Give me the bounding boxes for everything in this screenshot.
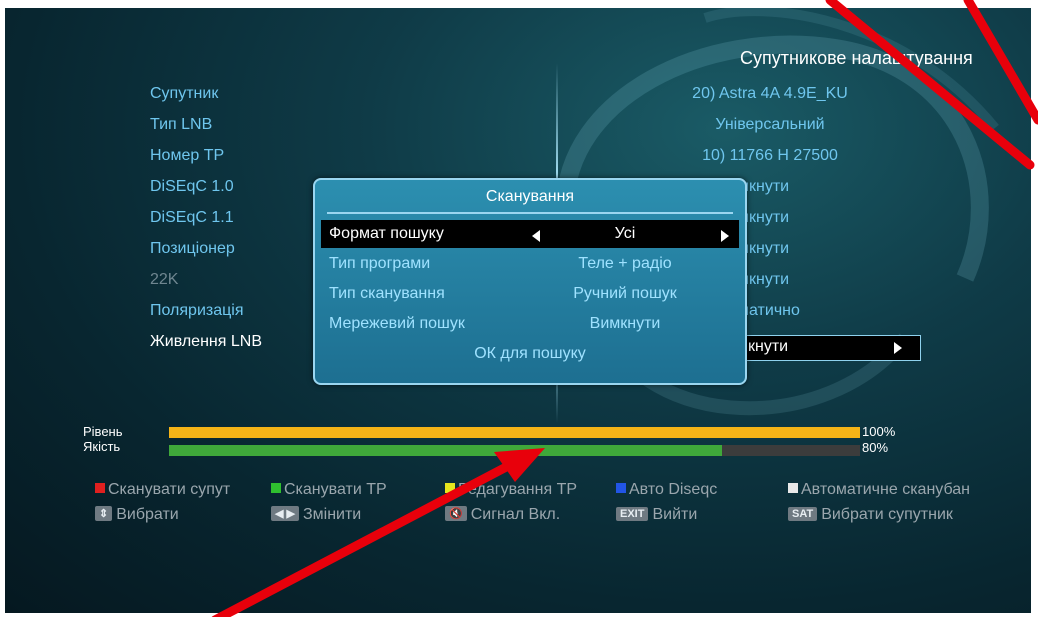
signal-level-bar <box>169 427 860 438</box>
setting-value-tp-number[interactable]: 10) 11766 H 27500 <box>650 147 890 165</box>
setting-value-diseqc11[interactable]: мкнути <box>738 209 938 227</box>
ok-to-search-button[interactable]: ОК для пошуку <box>315 345 745 363</box>
arrow-left-icon[interactable] <box>532 230 540 242</box>
legend-auto-scan[interactable]: Автоматичне сканубан <box>788 481 970 499</box>
page-title: Супутникове налаштування <box>740 48 973 68</box>
dialog-row-scan-type[interactable]: Тип сканування Ручний пошук <box>315 285 745 309</box>
dialog-row-search-format[interactable]: Формат пошуку Усі <box>315 225 745 249</box>
red-key-icon <box>95 483 105 493</box>
setting-value-satellite[interactable]: 20) Astra 4A 4.9E_KU <box>650 85 890 103</box>
tv-screen: Супутникове налаштування Супутник Тип LN… <box>5 8 1031 613</box>
legend-exit[interactable]: EXIT Вийти <box>616 506 697 524</box>
setting-label-positioner[interactable]: Позиціонер <box>150 240 235 258</box>
dialog-title: Сканування <box>485 188 575 205</box>
signal-level-fill <box>169 427 860 438</box>
dialog-row-value: Вимкнути <box>589 315 661 332</box>
setting-value-polarization[interactable]: матично <box>738 302 938 320</box>
dialog-row-value: Ручний пошук <box>573 285 677 302</box>
setting-value-diseqc10[interactable]: мкнути <box>738 178 938 196</box>
setting-label-satellite[interactable]: Супутник <box>150 85 218 103</box>
green-key-icon <box>271 483 281 493</box>
dialog-row-label: Формат пошуку <box>329 225 444 242</box>
legend-signal-on[interactable]: 🔇 Сигнал Вкл. <box>445 506 560 524</box>
signal-level-percent: 100% <box>862 424 896 439</box>
setting-label-lnb-type[interactable]: Тип LNB <box>150 116 212 134</box>
arrow-right-icon[interactable] <box>894 342 902 354</box>
scan-dialog: Сканування Формат пошуку Усі Тип програм… <box>313 178 747 385</box>
dialog-row-value: Усі <box>614 225 636 242</box>
signal-quality-percent: 80% <box>862 440 889 455</box>
signal-quality-label: Якість <box>83 439 121 454</box>
arrow-right-icon[interactable] <box>721 230 729 242</box>
signal-level-label: Рівень <box>83 424 123 439</box>
sat-key-icon: SAT <box>788 507 818 521</box>
setting-value-22k: мкнути <box>738 271 790 288</box>
legend-edit-tp[interactable]: Редагування TP <box>445 481 577 499</box>
lnb-power-select[interactable]: мкнути <box>724 335 921 361</box>
dialog-row-value: Теле + радіо <box>578 255 672 272</box>
legend-auto-diseqc[interactable]: Авто Diseqc <box>616 481 717 499</box>
legend-scan-tp[interactable]: Сканувати TP <box>271 481 387 499</box>
dialog-separator <box>327 212 733 214</box>
dialog-row-network-search[interactable]: Мережевий пошук Вимкнути <box>315 315 745 339</box>
yellow-key-icon <box>445 483 455 493</box>
blue-key-icon <box>616 483 626 493</box>
setting-label-diseqc10[interactable]: DiSEqC 1.0 <box>150 178 234 196</box>
dialog-row-program-type[interactable]: Тип програми Теле + радіо <box>315 255 745 279</box>
dialog-row-label: Тип програми <box>329 255 431 272</box>
exit-key-icon: EXIT <box>616 507 649 521</box>
signal-quality-bar <box>169 445 860 456</box>
setting-value-lnb-type[interactable]: Універсальний <box>650 116 890 134</box>
dialog-row-label: Тип сканування <box>329 285 445 302</box>
setting-label-diseqc11[interactable]: DiSEqC 1.1 <box>150 209 234 227</box>
signal-quality-fill <box>169 445 722 456</box>
white-key-icon <box>788 483 798 493</box>
setting-label-lnb-power[interactable]: Живлення LNB <box>150 333 262 351</box>
setting-label-tp-number[interactable]: Номер TP <box>150 147 224 165</box>
setting-value-positioner[interactable]: мкнути <box>738 240 938 258</box>
up-down-key-icon: ⇕ <box>95 506 113 521</box>
setting-label-polarization[interactable]: Поляризація <box>150 302 244 320</box>
mute-key-icon: 🔇 <box>445 506 467 521</box>
setting-label-22k: 22K <box>150 271 179 288</box>
dialog-row-label: Мережевий пошук <box>329 315 465 332</box>
legend-change[interactable]: ◀ ▶ Змінити <box>271 506 361 524</box>
legend-select[interactable]: ⇕ Вибрати <box>95 506 179 524</box>
legend-select-satellite[interactable]: SAT Вибрати супутник <box>788 506 953 524</box>
left-right-key-icon: ◀ ▶ <box>271 506 299 521</box>
legend-scan-satellite[interactable]: Сканувати супут <box>95 481 230 499</box>
